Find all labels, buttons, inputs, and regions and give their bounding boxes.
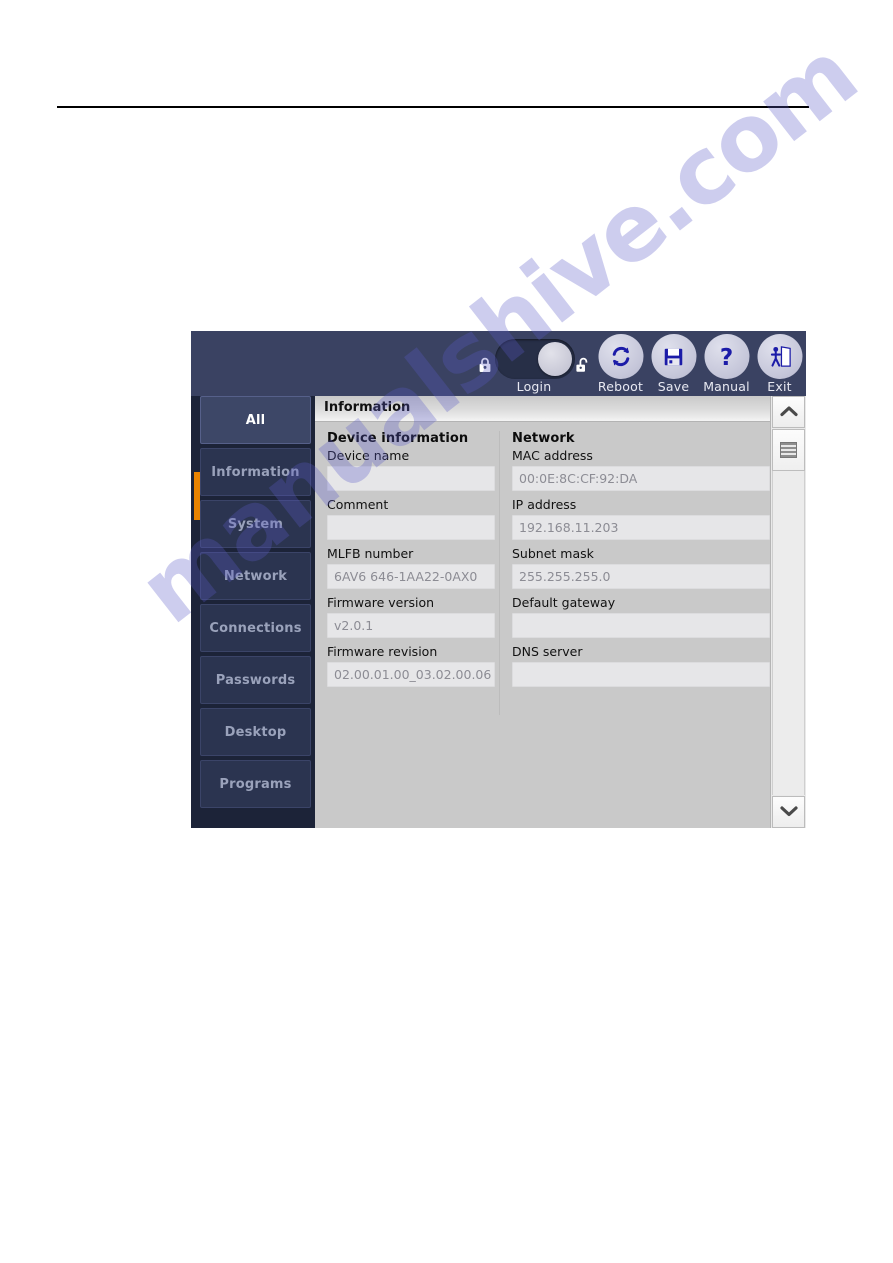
lock-open-icon <box>575 357 591 373</box>
default-gateway-label: Default gateway <box>512 595 616 610</box>
subnet-mask-label: Subnet mask <box>512 546 594 561</box>
comment-input[interactable] <box>327 515 495 540</box>
mac-address-input[interactable]: 00:0E:8C:CF:92:DA <box>512 466 770 491</box>
toolbar: Login Reboot Save ? Manual Exit <box>191 331 806 396</box>
window-body: All Information System Network Connectio… <box>191 396 806 828</box>
group-title: Device information <box>327 431 469 446</box>
device-name-input[interactable] <box>327 466 495 491</box>
mac-address-label: MAC address <box>512 448 593 463</box>
login-toggle-track[interactable] <box>495 339 575 379</box>
reboot-label: Reboot <box>597 379 644 394</box>
reboot-icon <box>598 334 643 379</box>
sidebar-item-label: All <box>245 412 266 428</box>
device-information-group: Device information Device name Comment M… <box>327 431 495 715</box>
device-name-label: Device name <box>327 448 410 463</box>
sidebar-item-information[interactable]: Information <box>200 448 311 496</box>
chevron-up-icon <box>779 403 799 422</box>
scroll-thumb[interactable] <box>772 429 805 471</box>
sidebar-item-connections[interactable]: Connections <box>200 604 311 652</box>
sidebar-item-system[interactable]: System <box>200 500 311 548</box>
scroll-thumb-grip-icon <box>780 442 797 458</box>
mlfb-number-label: MLFB number <box>327 546 414 561</box>
ip-address-label: IP address <box>512 497 577 512</box>
ip-address-input[interactable]: 192.168.11.203 <box>512 515 770 540</box>
page-title: Information <box>324 400 411 415</box>
firmware-revision-label: Firmware revision <box>327 644 438 659</box>
firmware-version-input[interactable]: v2.0.1 <box>327 613 495 638</box>
scroll-down-button[interactable] <box>772 796 805 828</box>
sidebar-item-label: System <box>227 516 284 532</box>
column-divider <box>499 431 500 715</box>
content-body: Device information Device name Comment M… <box>315 422 806 828</box>
sidebar-item-network[interactable]: Network <box>200 552 311 600</box>
sidebar-item-label: Programs <box>219 776 292 792</box>
sidebar: All Information System Network Connectio… <box>191 396 315 828</box>
save-button[interactable]: Save <box>647 331 700 396</box>
sidebar-item-desktop[interactable]: Desktop <box>200 708 311 756</box>
scroll-track[interactable] <box>772 429 805 795</box>
svg-text:?: ? <box>720 345 733 370</box>
reboot-button[interactable]: Reboot <box>594 331 647 396</box>
manual-label: Manual <box>703 379 750 394</box>
default-gateway-input[interactable] <box>512 613 770 638</box>
sidebar-item-label: Passwords <box>215 672 296 688</box>
sidebar-item-all[interactable]: All <box>200 396 311 444</box>
dns-server-input[interactable] <box>512 662 770 687</box>
sidebar-item-label: Connections <box>209 620 302 636</box>
login-label: Login <box>516 379 552 394</box>
exit-label: Exit <box>767 379 792 394</box>
save-floppy-icon <box>651 334 696 379</box>
comment-label: Comment <box>327 497 389 512</box>
device-control-panel-window: Login Reboot Save ? Manual Exit All Info… <box>191 331 806 828</box>
sidebar-item-programs[interactable]: Programs <box>200 760 311 808</box>
sidebar-item-label: Desktop <box>224 724 287 740</box>
exit-door-icon <box>757 334 802 379</box>
sidebar-item-label: Network <box>223 568 288 584</box>
manual-button[interactable]: ? Manual <box>700 331 753 396</box>
login-toggle[interactable]: Login <box>474 331 594 396</box>
content-header: Information <box>315 396 806 422</box>
firmware-version-label: Firmware version <box>327 595 435 610</box>
content-panel: Information Device information Device na… <box>315 396 806 828</box>
sidebar-item-passwords[interactable]: Passwords <box>200 656 311 704</box>
scroll-up-button[interactable] <box>772 396 805 428</box>
page-header-rule <box>57 106 809 108</box>
mlfb-number-input[interactable]: 6AV6 646-1AA22-0AX0 <box>327 564 495 589</box>
chevron-down-icon <box>779 803 799 822</box>
login-toggle-knob[interactable] <box>538 342 572 376</box>
vertical-scrollbar[interactable] <box>770 396 806 828</box>
question-mark-icon: ? <box>704 334 749 379</box>
sidebar-item-label: Information <box>211 464 300 480</box>
dns-server-label: DNS server <box>512 644 583 659</box>
lock-closed-icon <box>478 357 492 373</box>
firmware-revision-input[interactable]: 02.00.01.00_03.02.00.06 <box>327 662 495 687</box>
toolbar-controls: Login Reboot Save ? Manual Exit <box>474 331 806 396</box>
content-columns: Device information Device name Comment M… <box>315 431 806 715</box>
group-title: Network <box>512 431 575 446</box>
network-group: Network MAC address 00:0E:8C:CF:92:DA IP… <box>512 431 770 715</box>
subnet-mask-input[interactable]: 255.255.255.0 <box>512 564 770 589</box>
exit-button[interactable]: Exit <box>753 331 806 396</box>
save-label: Save <box>657 379 690 394</box>
